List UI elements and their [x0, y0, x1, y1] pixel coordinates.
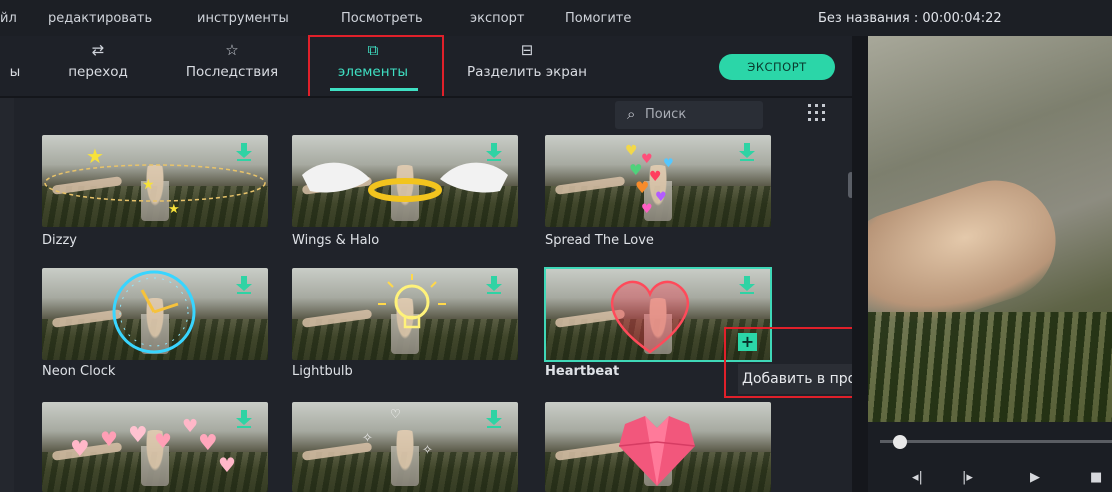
tab-label: Последствия — [185, 64, 279, 80]
download-icon[interactable] — [236, 143, 252, 161]
download-icon[interactable] — [486, 276, 502, 294]
element-label: Spread The Love — [545, 233, 654, 248]
menu-tools[interactable]: инструменты — [197, 11, 289, 26]
menu-export[interactable]: экспорт — [470, 11, 524, 26]
element-card-hearts[interactable]: ♥ ♥ ♥ ♥ ♥ ♥ ♥ — [42, 402, 268, 492]
video-preview — [868, 36, 1112, 422]
svg-text:♥: ♥ — [128, 423, 148, 448]
svg-text:♥: ♥ — [198, 431, 218, 456]
svg-text:♥: ♥ — [182, 416, 198, 437]
element-label: Neon Clock — [42, 364, 116, 379]
svg-text:♥: ♥ — [218, 453, 236, 477]
element-label: Heartbeat — [545, 364, 620, 379]
element-card-crystal-heart[interactable] — [545, 402, 771, 492]
playback-progress-track[interactable] — [880, 440, 1112, 443]
pink-hearts-overlay: ♥ ♥ ♥ ♥ ♥ ♥ ♥ — [70, 416, 236, 477]
svg-text:♥: ♥ — [629, 161, 642, 179]
download-icon[interactable] — [236, 410, 252, 428]
search-icon: ⌕ — [627, 105, 636, 123]
crystal-heart-overlay — [618, 416, 696, 486]
element-label: Lightbulb — [292, 364, 353, 379]
transition-icon: ⇄ — [91, 41, 105, 59]
element-card-sparkle[interactable]: ♡ ✧ ✧ — [292, 402, 518, 492]
svg-text:♥: ♥ — [70, 437, 90, 462]
svg-text:♥: ♥ — [154, 429, 172, 453]
lightbulb-overlay — [378, 274, 446, 329]
svg-text:♥: ♥ — [641, 202, 653, 217]
search-box[interactable]: ⌕ Поиск — [615, 101, 763, 129]
tab-split-screen[interactable]: ⊟ Разделить экран — [452, 42, 602, 80]
search-input[interactable]: Поиск — [645, 107, 686, 122]
stop-icon[interactable]: ■ — [1090, 470, 1102, 485]
menu-edit[interactable]: редактировать — [48, 11, 152, 26]
grid-view-icon[interactable] — [808, 104, 828, 122]
project-title: Без названия : 00:00:04:22 — [818, 11, 1002, 26]
tab-icon-partial — [0, 42, 30, 58]
svg-text:♥: ♥ — [100, 427, 118, 451]
pane-separator — [852, 36, 868, 492]
menu-file[interactable]: йл — [0, 11, 17, 26]
split-screen-icon: ⊟ — [520, 41, 534, 59]
tab-partial[interactable]: ы — [0, 42, 30, 80]
hearts-overlay: ♥ ♥ ♥ ♥ ♥ ♥ ♥ ♥ — [625, 143, 674, 217]
element-label: Wings & Halo — [292, 233, 380, 248]
svg-text:♥: ♥ — [663, 156, 674, 170]
svg-text:★: ★ — [168, 202, 180, 217]
element-card-neon-clock[interactable] — [42, 268, 268, 360]
tab-label: Разделить экран — [467, 64, 587, 80]
tab-transitions[interactable]: ⇄ переход — [58, 42, 138, 80]
element-label: Dizzy — [42, 233, 77, 248]
playhead-knob[interactable] — [893, 435, 907, 449]
menu-help[interactable]: Помогите — [565, 11, 631, 26]
element-card-dizzy[interactable]: ★ ★ ★ — [42, 135, 268, 227]
download-icon[interactable] — [486, 410, 502, 428]
dizzy-stars-overlay: ★ ★ ★ — [44, 144, 266, 217]
element-card-wings-halo[interactable] — [292, 135, 518, 227]
effects-star-icon: ☆ — [225, 41, 239, 59]
step-back-icon[interactable]: ◂| — [912, 470, 923, 485]
download-icon[interactable] — [739, 143, 755, 161]
wings-halo-overlay — [302, 162, 508, 202]
svg-text:✧: ✧ — [422, 443, 433, 458]
svg-text:♥: ♥ — [635, 178, 649, 197]
svg-text:✧: ✧ — [362, 431, 373, 446]
svg-text:♡: ♡ — [390, 407, 401, 421]
tab-label: ы — [9, 64, 21, 80]
svg-text:♥: ♥ — [641, 152, 653, 167]
menu-view[interactable]: Посмотреть — [341, 11, 423, 26]
player-controls — [868, 422, 1112, 492]
svg-text:♥: ♥ — [655, 190, 667, 205]
play-frame-icon[interactable]: |▸ — [962, 470, 973, 485]
download-icon[interactable] — [236, 276, 252, 294]
left-panel-edge — [0, 98, 14, 492]
sparkle-overlay: ♡ ✧ ✧ — [362, 407, 433, 458]
neon-clock-overlay — [112, 270, 196, 354]
element-card-lightbulb[interactable] — [292, 268, 518, 360]
element-card-spread-the-love[interactable]: ♥ ♥ ♥ ♥ ♥ ♥ ♥ ♥ — [545, 135, 771, 227]
tab-effects[interactable]: ☆ Последствия — [172, 42, 292, 80]
download-icon[interactable] — [486, 143, 502, 161]
svg-text:★: ★ — [86, 144, 104, 168]
tab-label: переход — [68, 64, 128, 80]
svg-text:♥: ♥ — [649, 169, 662, 185]
tab-highlight-box — [308, 35, 444, 99]
svg-text:♥: ♥ — [625, 143, 638, 159]
svg-text:★: ★ — [142, 177, 155, 193]
menu-bar: йл редактировать инструменты Посмотреть … — [0, 0, 1112, 36]
play-icon[interactable]: ▶ — [1030, 470, 1040, 485]
export-button[interactable]: ЭКСПОРТ — [719, 54, 835, 80]
